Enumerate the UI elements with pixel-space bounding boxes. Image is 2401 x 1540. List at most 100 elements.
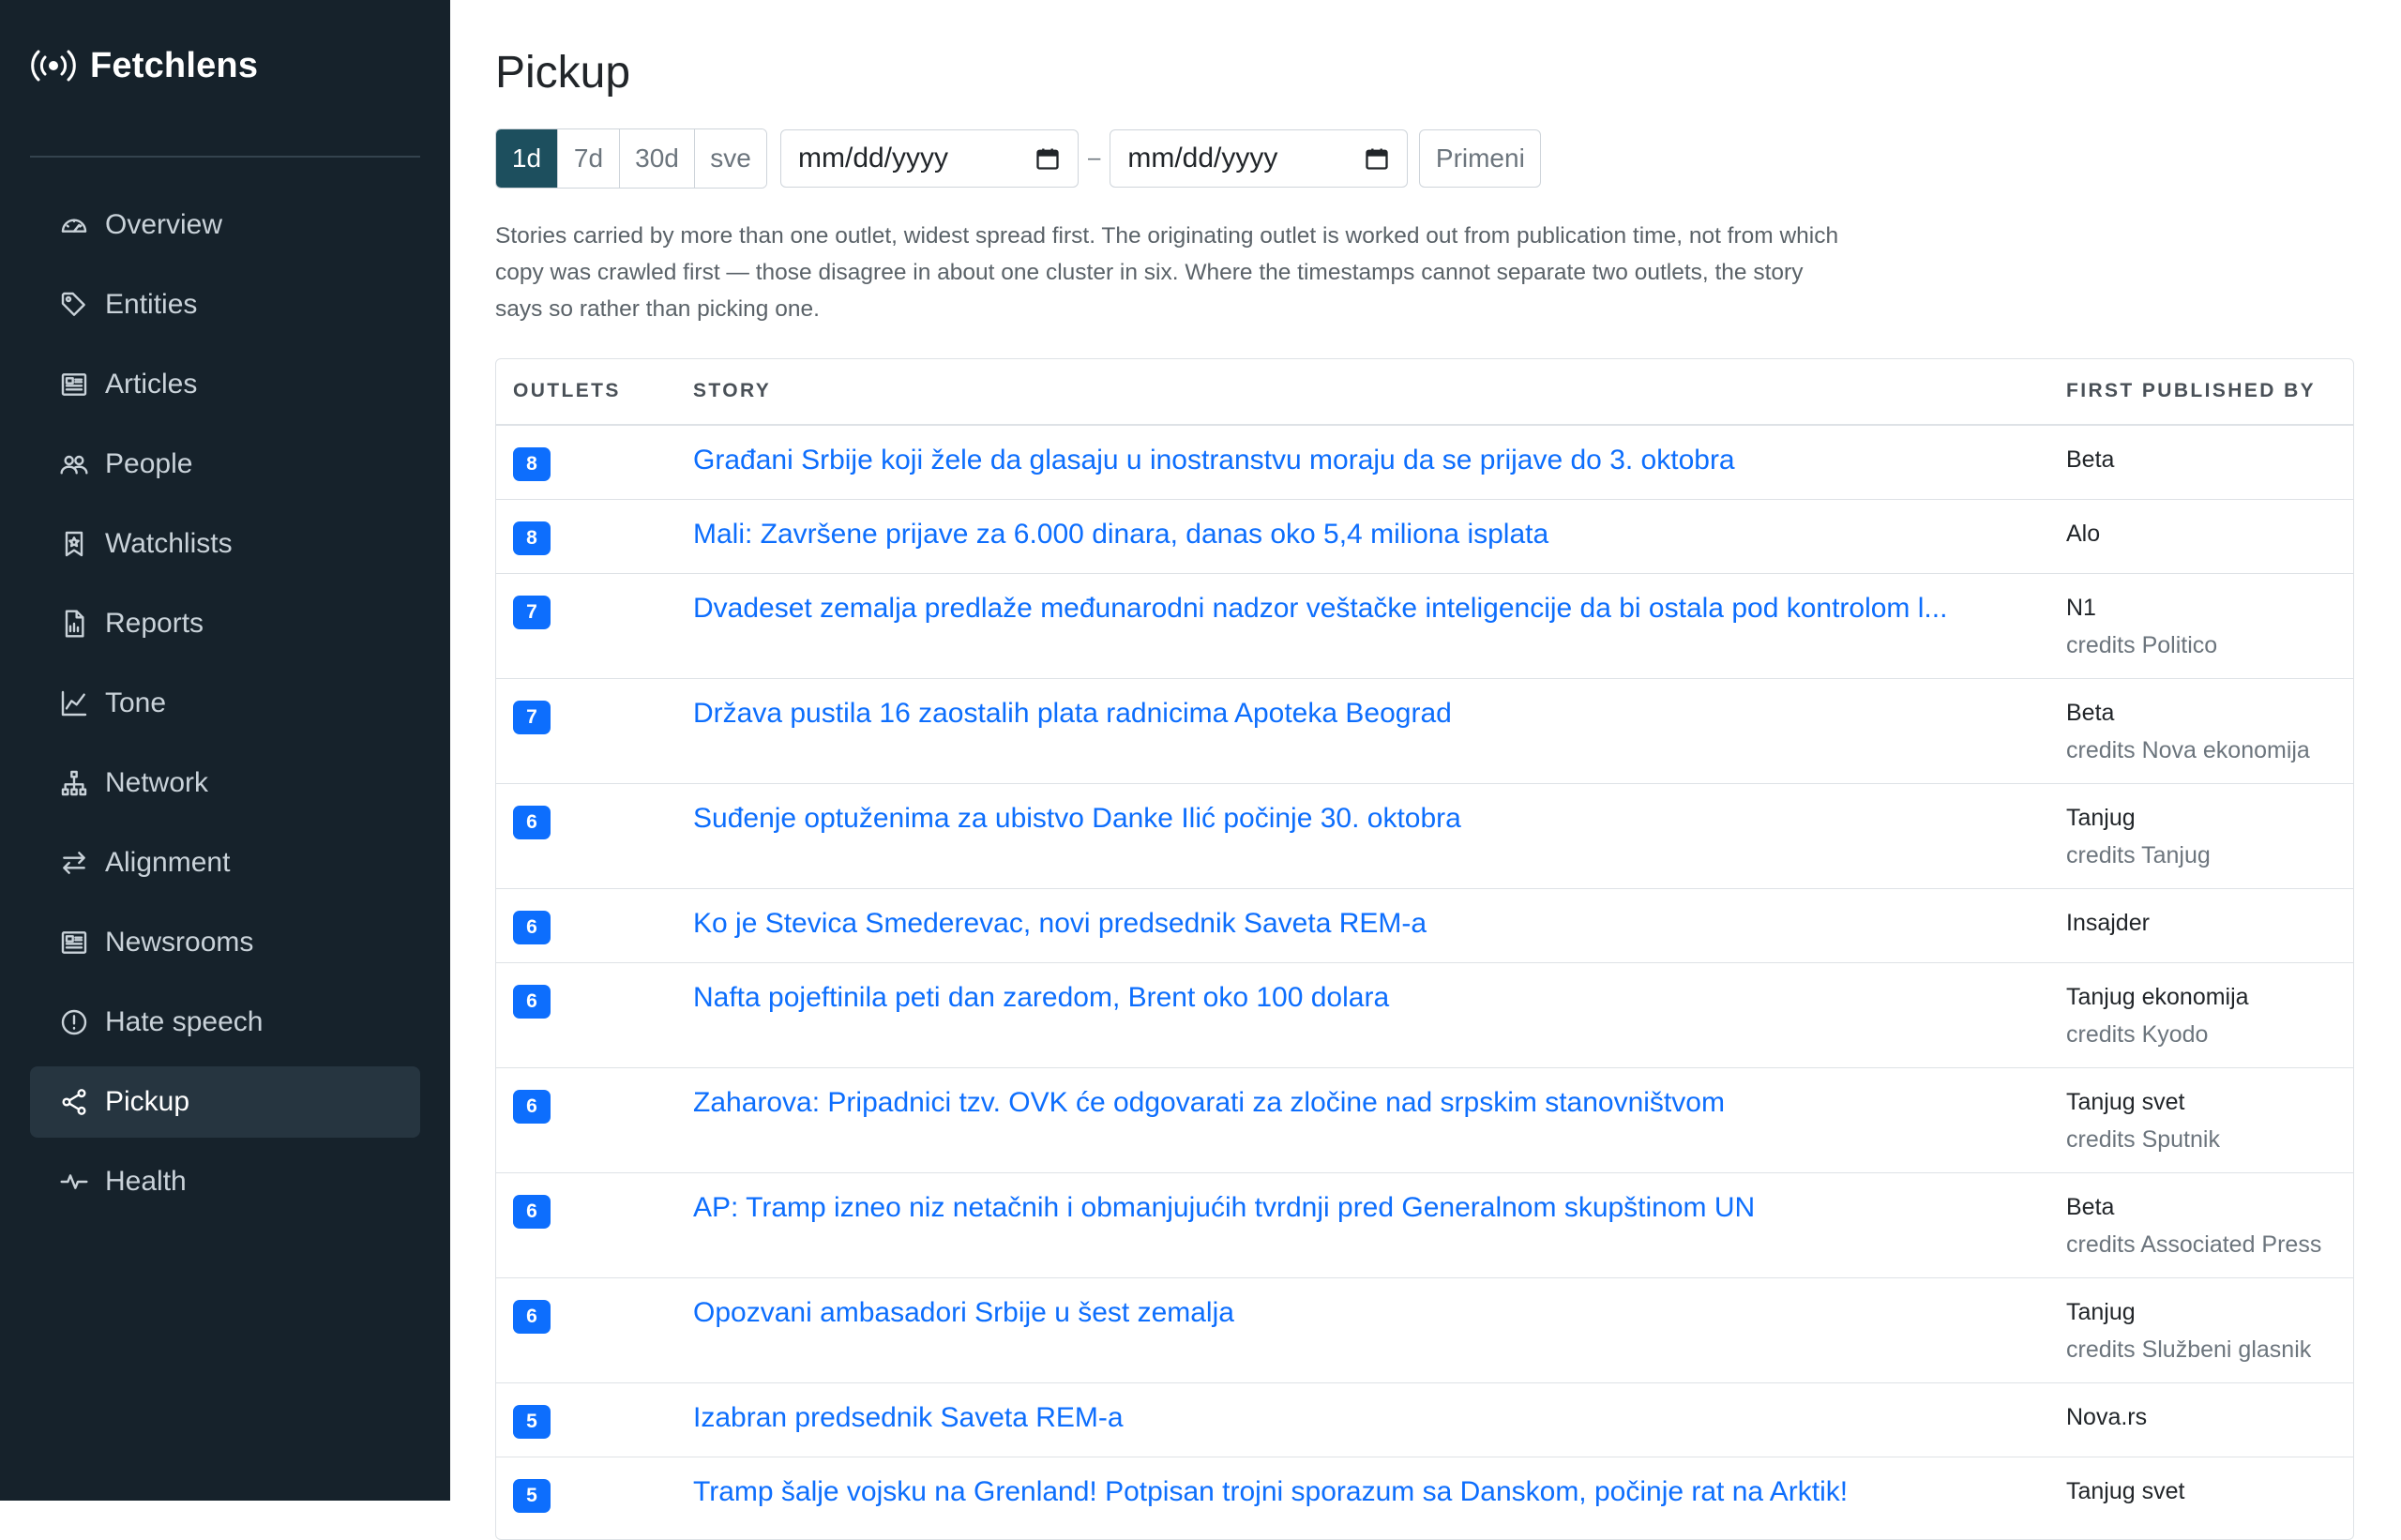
- first-publisher: N1: [2066, 595, 2096, 621]
- outlet-count-badge: 6: [513, 806, 551, 839]
- first-publisher: Tanjug ekonomija: [2066, 984, 2249, 1010]
- credits-text: credits Tanjug: [2066, 842, 2211, 868]
- calendar-icon[interactable]: [1364, 145, 1390, 172]
- calendar-icon[interactable]: [1034, 145, 1061, 172]
- sidebar-item-tone[interactable]: Tone: [30, 668, 420, 739]
- date-from-input[interactable]: mm/dd/yyyy: [780, 129, 1079, 188]
- sidebar-item-overview[interactable]: Overview: [30, 189, 420, 261]
- first-publisher: Tanjug svet: [2066, 1478, 2185, 1504]
- credits-text: credits Associated Press: [2066, 1231, 2322, 1258]
- date-separator: –: [1088, 145, 1101, 171]
- page-description: Stories carried by more than one outlet,…: [495, 223, 1839, 322]
- date-to-input[interactable]: mm/dd/yyyy: [1110, 129, 1409, 188]
- sidebar-item-hate-speech[interactable]: Hate speech: [30, 987, 420, 1058]
- story-link[interactable]: Nafta pojeftinila peti dan zaredom, Bren…: [693, 982, 1389, 1014]
- bookmark-star-icon: [58, 528, 90, 560]
- outlet-count-badge: 7: [513, 596, 551, 629]
- sidebar-item-label: Alignment: [105, 847, 231, 878]
- sidebar-item-pickup[interactable]: Pickup: [30, 1066, 420, 1138]
- sidebar-item-label: Tone: [105, 687, 167, 718]
- sidebar-item-label: Pickup: [105, 1086, 190, 1117]
- credits-text: credits Politico: [2066, 632, 2218, 658]
- story-link[interactable]: Izabran predsednik Saveta REM-a: [693, 1402, 1124, 1434]
- app-brand[interactable]: Fetchlens: [30, 41, 258, 90]
- people-icon: [58, 448, 90, 480]
- sidebar-item-label: Health: [105, 1166, 187, 1197]
- first-publisher: Alo: [2066, 521, 2101, 547]
- sidebar-item-label: Entities: [105, 289, 198, 320]
- story-link[interactable]: Tramp šalje vojsku na Grenland! Potpisan…: [693, 1476, 1848, 1508]
- credits-text: credits Službeni glasnik: [2066, 1336, 2312, 1363]
- first-publisher: Insajder: [2066, 910, 2150, 936]
- table-row: 5 Tramp šalje vojsku na Grenland! Potpis…: [496, 1457, 2353, 1539]
- outlet-count-badge: 8: [513, 447, 551, 481]
- story-link[interactable]: Zaharova: Pripadnici tzv. OVK će odgovar…: [693, 1087, 1725, 1119]
- file-chart-icon: [58, 608, 90, 640]
- sidebar-item-people[interactable]: People: [30, 429, 420, 500]
- sidebar-item-label: Articles: [105, 369, 198, 400]
- sidebar-item-label: Newsrooms: [105, 927, 254, 958]
- sidebar-item-newsrooms[interactable]: Newsrooms: [30, 907, 420, 978]
- story-link[interactable]: Suđenje optuženima za ubistvo Danke Ilić…: [693, 803, 1461, 835]
- story-link[interactable]: Dvadeset zemalja predlaže međunarodni na…: [693, 593, 1947, 625]
- table-row: 7 Država pustila 16 zaostalih plata radn…: [496, 679, 2353, 784]
- sidebar-item-label: Watchlists: [105, 528, 233, 559]
- sidebar-item-alignment[interactable]: Alignment: [30, 827, 420, 898]
- share-icon: [58, 1086, 90, 1118]
- range-all-button[interactable]: sve: [695, 129, 766, 188]
- sidebar-item-health[interactable]: Health: [30, 1146, 420, 1217]
- sidebar-item-entities[interactable]: Entities: [30, 269, 420, 340]
- gauge-icon: [58, 209, 90, 241]
- story-link[interactable]: Opozvani ambasadori Srbije u šest zemalj…: [693, 1297, 1234, 1329]
- story-link[interactable]: Država pustila 16 zaostalih plata radnic…: [693, 698, 1452, 730]
- credits-text: credits Nova ekonomija: [2066, 737, 2310, 763]
- sidebar-item-reports[interactable]: Reports: [30, 588, 420, 659]
- story-link[interactable]: Ko je Stevica Smederevac, novi predsedni…: [693, 908, 1427, 940]
- table-row: 6 Nafta pojeftinila peti dan zaredom, Br…: [496, 963, 2353, 1068]
- sidebar-item-network[interactable]: Network: [30, 747, 420, 819]
- sidebar-item-label: Network: [105, 767, 209, 798]
- outlet-count-badge: 6: [513, 911, 551, 944]
- first-publisher: Tanjug svet: [2066, 1089, 2185, 1115]
- story-link[interactable]: AP: Tramp izneo niz netačnih i obmanjuju…: [693, 1192, 1755, 1224]
- first-publisher: Nova.rs: [2066, 1404, 2148, 1430]
- app-name: Fetchlens: [90, 45, 259, 85]
- arrows-left-right-icon: [58, 847, 90, 879]
- sidebar-item-watchlists[interactable]: Watchlists: [30, 508, 420, 580]
- line-chart-icon: [58, 687, 90, 719]
- sidebar-item-label: Hate speech: [105, 1006, 264, 1037]
- column-header-outlets: OUTLETS: [513, 380, 621, 401]
- range-7d-button[interactable]: 7d: [558, 129, 620, 188]
- apply-button[interactable]: Primeni: [1419, 129, 1542, 188]
- table-row: 6 Zaharova: Pripadnici tzv. OVK će odgov…: [496, 1068, 2353, 1173]
- range-1d-button[interactable]: 1d: [496, 129, 558, 188]
- sidebar-item-label: Reports: [105, 608, 204, 639]
- range-30d-button[interactable]: 30d: [620, 129, 695, 188]
- sidebar-item-label: Overview: [105, 209, 223, 240]
- tag-icon: [58, 289, 90, 321]
- range-selector: 1d 7d 30d sve: [495, 128, 767, 189]
- page-title: Pickup: [495, 48, 631, 98]
- outlet-count-badge: 5: [513, 1479, 551, 1513]
- first-publisher: Tanjug: [2066, 805, 2136, 831]
- table-header: OUTLETS STORY FIRST PUBLISHED BY: [496, 359, 2353, 426]
- column-header-story: STORY: [693, 380, 772, 401]
- sidebar-item-articles[interactable]: Articles: [30, 349, 420, 420]
- credits-text: credits Sputnik: [2066, 1126, 2220, 1153]
- filter-controls: 1d 7d 30d sve mm/dd/yyyy – mm/dd/yyyy Pr…: [495, 128, 1542, 189]
- table-row: 6 Opozvani ambasadori Srbije u šest zema…: [496, 1278, 2353, 1383]
- outlet-count-badge: 6: [513, 1195, 551, 1229]
- outlet-count-badge: 8: [513, 521, 551, 555]
- table-row: 6 Suđenje optuženima za ubistvo Danke Il…: [496, 784, 2353, 889]
- story-link[interactable]: Građani Srbije koji žele da glasaju u in…: [693, 445, 1735, 476]
- first-publisher: Beta: [2066, 1194, 2115, 1220]
- pickup-table: OUTLETS STORY FIRST PUBLISHED BY 8 Građa…: [495, 358, 2354, 1540]
- table-row: 8 Građani Srbije koji žele da glasaju u …: [496, 426, 2353, 500]
- story-link[interactable]: Mali: Završene prijave za 6.000 dinara, …: [693, 519, 1548, 551]
- table-row: 5 Izabran predsednik Saveta REM-a Nova.r…: [496, 1383, 2353, 1457]
- table-row: 6 Ko je Stevica Smederevac, novi predsed…: [496, 889, 2353, 963]
- first-publisher: Tanjug: [2066, 1299, 2136, 1325]
- newspaper-icon: [58, 369, 90, 400]
- sidebar: Fetchlens Overview Entities Articles Peo…: [0, 0, 450, 1501]
- hierarchy-icon: [58, 767, 90, 799]
